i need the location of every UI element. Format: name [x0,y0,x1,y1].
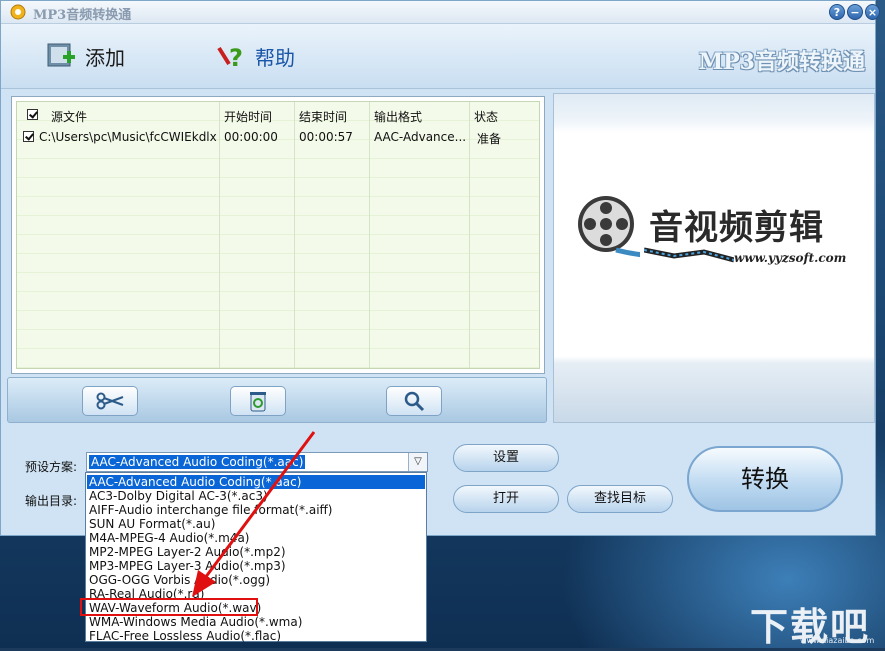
watermark-url: www.xiazaiba.com [800,636,875,645]
annotation-arrow-icon [192,431,316,597]
